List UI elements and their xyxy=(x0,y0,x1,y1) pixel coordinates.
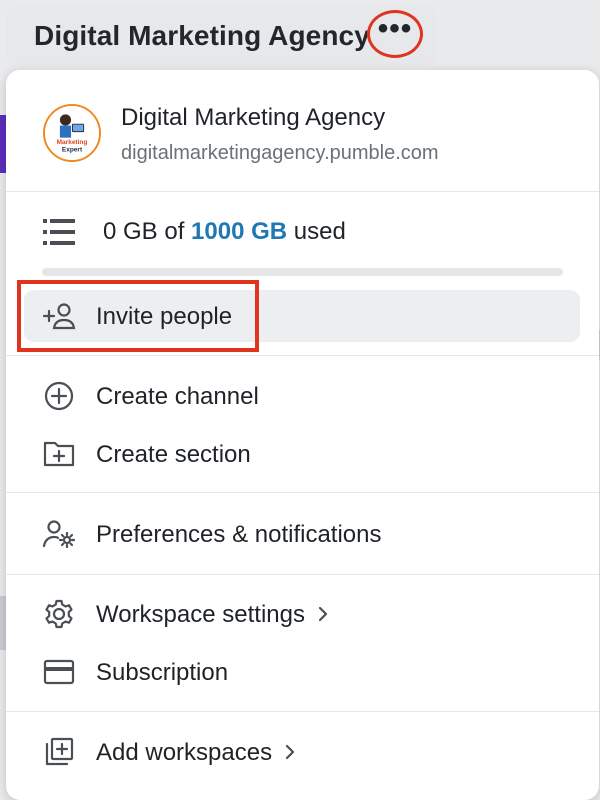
storage-used-prefix: 0 GB of xyxy=(103,218,185,245)
chevron-right-icon xyxy=(317,602,329,630)
workspace-logo: Marketing Expert xyxy=(43,104,101,162)
svg-text:Marketing: Marketing xyxy=(57,139,88,146)
add-workspaces-text: Add workspaces xyxy=(96,739,273,766)
storage-icon xyxy=(43,218,75,246)
workspace-title: Digital Marketing Agency xyxy=(34,20,370,51)
storage-usage: 0 GB of 1000 GB used xyxy=(6,192,599,282)
create-section-label: Create section xyxy=(96,441,251,468)
workspace-settings-item[interactable]: Workspace settings xyxy=(24,588,580,640)
subscription-label: Subscription xyxy=(96,659,229,686)
add-person-icon xyxy=(42,300,76,332)
more-options-button[interactable]: ••• xyxy=(367,10,423,58)
chevron-right-icon xyxy=(284,740,296,768)
add-workspaces-label: Add workspaces xyxy=(96,739,296,768)
plus-circle-icon xyxy=(42,380,76,412)
folder-plus-icon xyxy=(42,438,76,470)
invite-people-label: Invite people xyxy=(96,303,233,330)
svg-text:Expert: Expert xyxy=(62,147,83,154)
workspace-url: digitalmarketingagency.pumble.com xyxy=(121,142,439,164)
workspace-settings-label: Workspace settings xyxy=(96,601,329,630)
storage-progress-bar xyxy=(42,268,563,276)
storage-text: 0 GB of 1000 GB used xyxy=(103,218,346,246)
workspace-info: Marketing Expert Digital Marketing Agenc… xyxy=(6,70,599,192)
storage-total: 1000 GB xyxy=(191,218,288,245)
create-section-item[interactable]: Create section xyxy=(24,428,580,480)
divider xyxy=(6,492,599,493)
workspace-menu: Marketing Expert Digital Marketing Agenc… xyxy=(6,70,599,800)
create-channel-item[interactable]: Create channel xyxy=(24,370,580,422)
invite-people-item[interactable]: Invite people xyxy=(24,290,580,342)
workspace-settings-text: Workspace settings xyxy=(96,601,305,628)
user-settings-icon xyxy=(42,518,76,550)
preferences-item[interactable]: Preferences & notifications xyxy=(24,508,580,560)
divider xyxy=(6,574,599,575)
gear-icon xyxy=(42,598,76,630)
divider xyxy=(6,355,599,356)
page: Digital Marketing Agency ••• Marketing E… xyxy=(0,0,600,800)
create-channel-label: Create channel xyxy=(96,383,259,410)
more-horizontal-icon: ••• xyxy=(377,12,413,45)
divider xyxy=(6,711,599,712)
workspace-name: Digital Marketing Agency xyxy=(121,104,386,131)
preferences-label: Preferences & notifications xyxy=(96,521,382,548)
add-workspace-icon xyxy=(42,736,76,768)
storage-used-suffix: used xyxy=(293,218,346,245)
add-workspaces-item[interactable]: Add workspaces xyxy=(24,726,580,778)
subscription-item[interactable]: Subscription xyxy=(24,646,580,698)
credit-card-icon xyxy=(42,656,76,688)
